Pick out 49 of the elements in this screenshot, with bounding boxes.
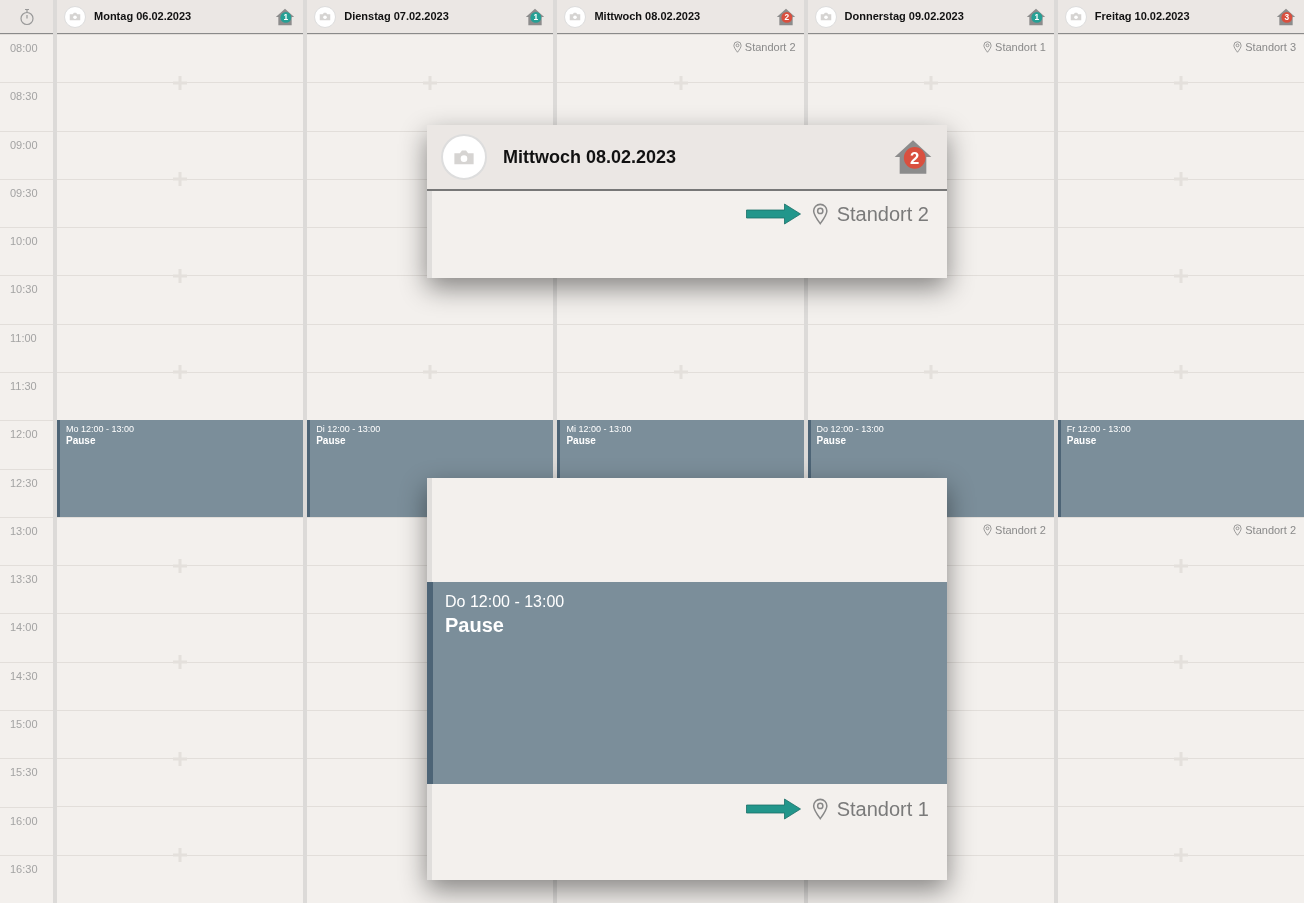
event-time: Di 12:00 - 13:00	[316, 424, 382, 435]
event-title: Pause	[1066, 435, 1098, 447]
event-time: Mo 12:00 - 13:00	[66, 424, 136, 435]
event-time: Mi 12:00 - 13:00	[566, 424, 633, 435]
event-title: Pause	[66, 435, 97, 447]
day-title: Montag 06.02.2023	[94, 9, 193, 25]
day-title: Mittwoch 08.02.2023	[503, 145, 678, 169]
time-label: 16:30	[0, 854, 53, 903]
time-label: 15:30	[0, 758, 53, 807]
badge-count: 1	[283, 11, 289, 22]
badge-count: 2	[784, 11, 789, 22]
event-time: Do 12:00 - 13:00	[445, 592, 566, 612]
time-label: 10:00	[0, 227, 53, 276]
time-label: 14:00	[0, 613, 53, 662]
event-time: Do 12:00 - 13:00	[816, 424, 885, 435]
badge-count: 3	[1284, 11, 1290, 22]
day-title: Freitag 10.02.2023	[1094, 9, 1191, 25]
time-label: 09:00	[0, 130, 53, 179]
location-label: Standort 1	[836, 797, 929, 822]
time-label: 13:00	[0, 516, 53, 566]
time-label: 16:00	[0, 806, 53, 855]
event-time: Fr 12:00 - 13:00	[1066, 424, 1132, 435]
event-title: Pause	[445, 614, 505, 636]
time-label: 11:30	[0, 371, 53, 421]
time-label: 11:00	[0, 323, 53, 372]
location-label: Standort 2	[995, 522, 1046, 538]
time-label: 15:00	[0, 709, 53, 759]
time-label: 08:00	[0, 34, 53, 83]
location-label: Standort 2	[836, 202, 929, 227]
badge-count: 1	[533, 11, 539, 22]
event-title: Pause	[816, 435, 848, 447]
time-label: 14:30	[0, 661, 53, 710]
badge-count: 1	[1034, 11, 1039, 22]
time-label: 13:30	[0, 565, 53, 614]
day-title: Donnerstag 09.02.2023	[844, 9, 965, 25]
location-label: Standort 2	[1245, 522, 1296, 538]
time-label: 08:30	[0, 82, 53, 131]
location-label: Standort 2	[744, 40, 796, 55]
event-title: Pause	[566, 435, 597, 447]
location-label: Standort 3	[1245, 40, 1296, 55]
time-label: 09:30	[0, 178, 53, 228]
badge-count: 2	[910, 148, 920, 168]
day-title: Mittwoch 08.02.2023	[594, 9, 702, 25]
location-label: Standort 1	[995, 40, 1046, 55]
day-title: Dienstag 07.02.2023	[344, 9, 450, 25]
time-label: 12:30	[0, 468, 53, 517]
time-label: 10:30	[0, 275, 53, 324]
event-title: Pause	[316, 435, 347, 447]
time-label: 12:00	[0, 420, 53, 469]
